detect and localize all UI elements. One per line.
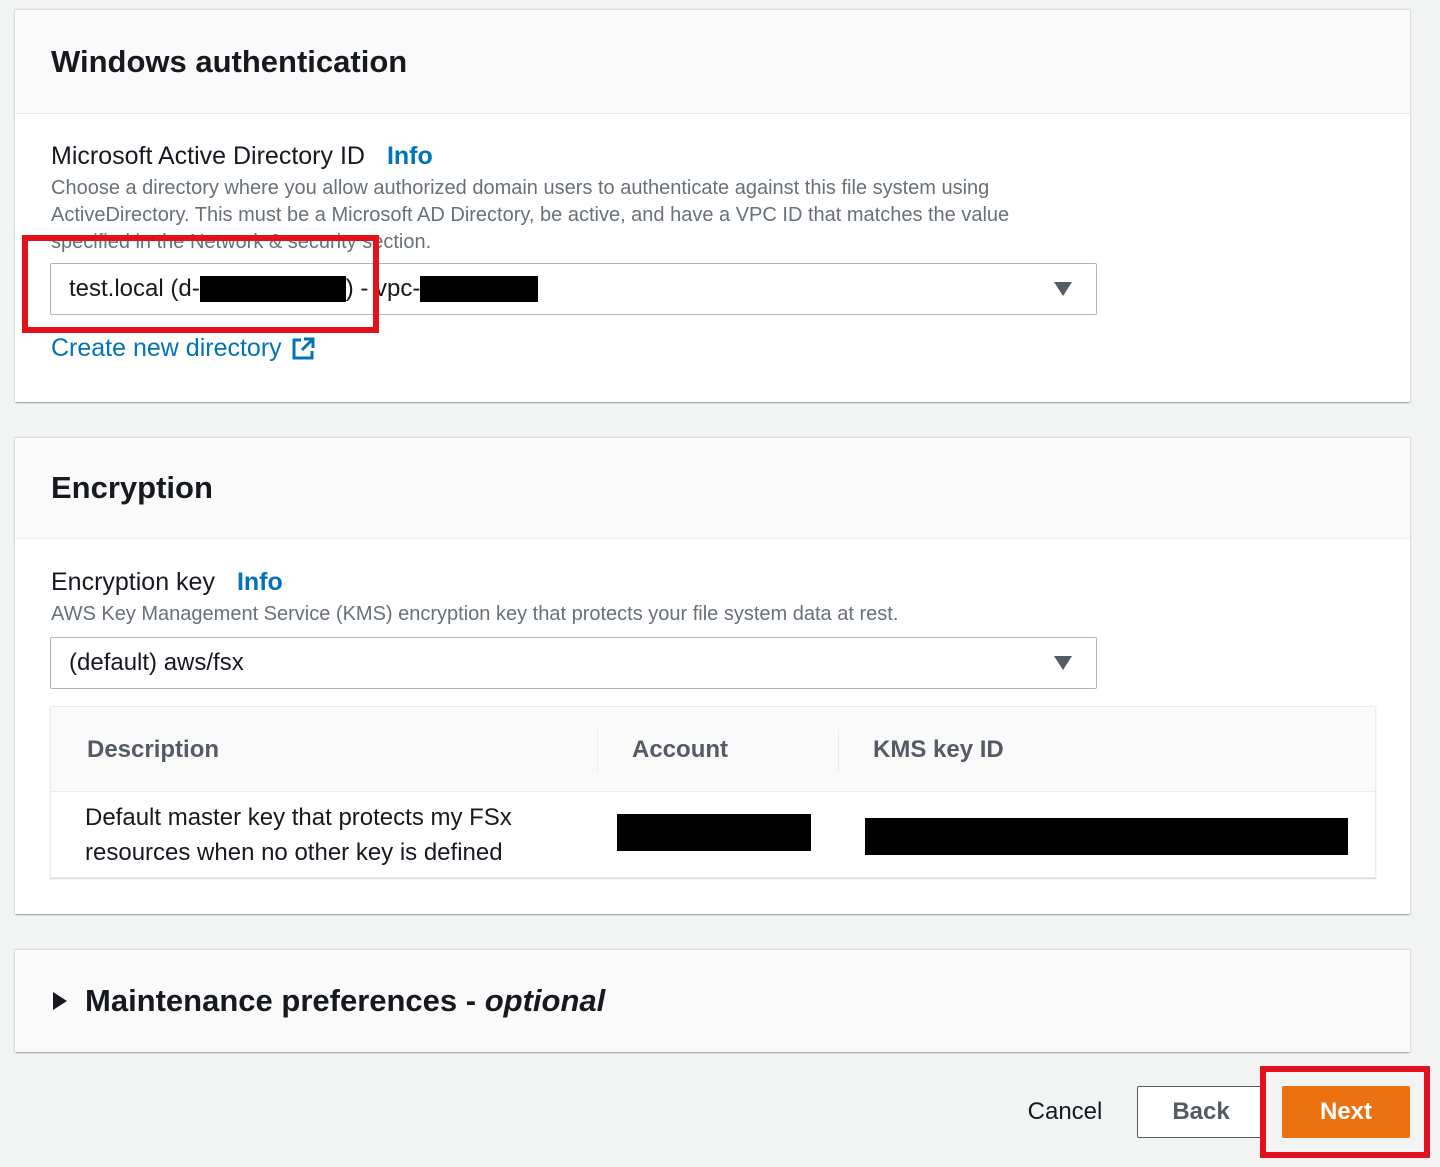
caret-down-icon	[1054, 656, 1072, 670]
column-separator	[597, 729, 598, 771]
cancel-button[interactable]: Cancel	[1014, 1088, 1116, 1136]
maintenance-preferences-header[interactable]: Maintenance preferences - optional	[15, 950, 1410, 1052]
maintenance-optional-label: optional	[484, 983, 606, 1018]
windows-authentication-header: Windows authentication	[15, 10, 1410, 114]
encryption-key-info-link[interactable]: Info	[237, 568, 283, 596]
encryption-header: Encryption	[15, 438, 1410, 539]
kms-key-table: Description Account KMS key ID Default m…	[50, 706, 1376, 878]
windows-authentication-title: Windows authentication	[51, 43, 408, 79]
redacted-account	[617, 814, 811, 851]
encryption-panel: Encryption Encryption key Info AWS Key Ma…	[15, 438, 1410, 914]
active-directory-label-text: Microsoft Active Directory ID	[51, 142, 365, 170]
caret-right-icon	[53, 992, 67, 1010]
maintenance-preferences-title-text: Maintenance preferences -	[85, 983, 485, 1018]
kms-key-table-header: Description Account KMS key ID	[51, 707, 1375, 792]
encryption-title: Encryption	[51, 470, 213, 505]
page: Windows authentication Microsoft Active …	[0, 0, 1440, 1167]
encryption-key-label-text: Encryption key	[51, 568, 215, 596]
encryption-key-select-value: (default) aws/fsx	[69, 649, 244, 676]
directory-highlight-box	[22, 235, 379, 333]
next-highlight-box	[1260, 1066, 1430, 1158]
active-directory-info-link[interactable]: Info	[387, 142, 433, 170]
external-link-icon	[292, 337, 315, 359]
redacted-kms-key-id	[865, 818, 1348, 855]
column-header-description: Description	[87, 735, 220, 763]
column-header-kms-key-id: KMS key ID	[873, 735, 1004, 763]
encryption-key-label: Encryption key Info	[51, 568, 283, 597]
back-button[interactable]: Back	[1137, 1086, 1265, 1138]
column-separator	[838, 729, 839, 771]
active-directory-label: Microsoft Active Directory ID Info	[51, 142, 433, 171]
create-new-directory-link[interactable]: Create new directory	[51, 334, 316, 363]
redacted-vpc-id	[420, 276, 539, 302]
encryption-key-select[interactable]: (default) aws/fsx	[50, 637, 1097, 689]
create-new-directory-text: Create new directory	[51, 334, 282, 362]
maintenance-preferences-title: Maintenance preferences - optional	[85, 983, 605, 1019]
windows-authentication-panel: Windows authentication Microsoft Active …	[15, 10, 1410, 402]
table-cell-description: Default master key that protects my FSx …	[85, 804, 512, 866]
maintenance-preferences-panel: Maintenance preferences - optional	[15, 950, 1410, 1052]
encryption-key-description: AWS Key Management Service (KMS) encrypt…	[51, 603, 899, 625]
column-header-account: Account	[632, 735, 728, 763]
caret-down-icon	[1054, 282, 1072, 296]
